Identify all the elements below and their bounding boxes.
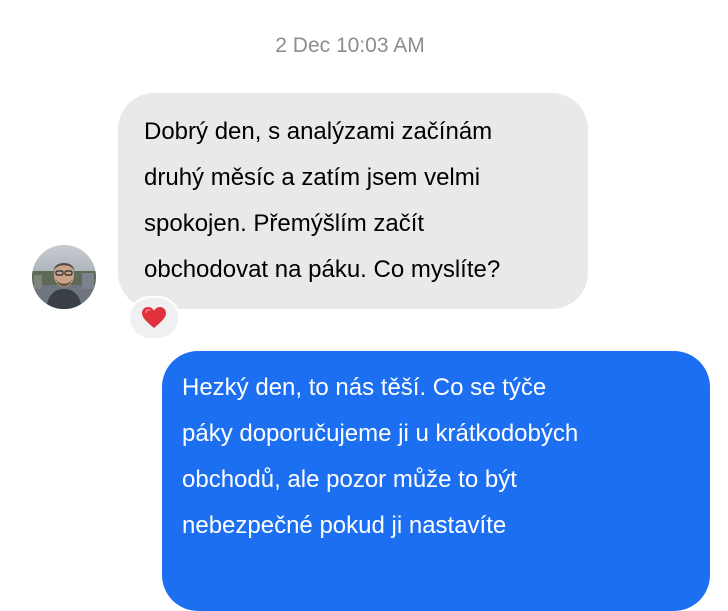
sender-avatar[interactable] xyxy=(32,245,96,309)
avatar-photo-icon xyxy=(32,245,96,309)
incoming-message-bubble[interactable]: Dobrý den, s analýzami začínám druhý měs… xyxy=(118,93,588,309)
message-timestamp: 2 Dec 10:03 AM xyxy=(275,34,425,57)
outgoing-message-bubble[interactable]: Hezký den, to nás těší. Co se týče páky … xyxy=(162,351,710,611)
message-reaction[interactable] xyxy=(128,296,180,340)
heart-icon xyxy=(142,307,166,328)
